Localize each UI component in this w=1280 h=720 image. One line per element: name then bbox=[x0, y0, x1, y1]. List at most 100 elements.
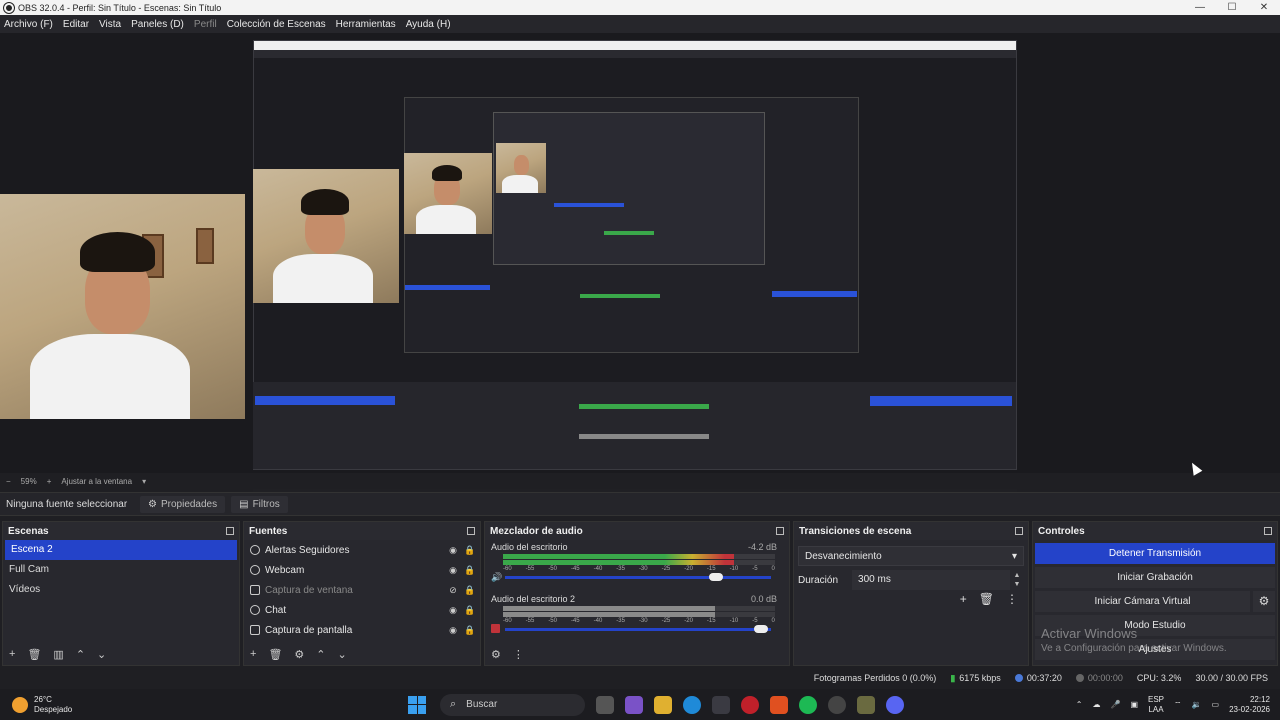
scene-item[interactable]: Vídeos bbox=[3, 580, 239, 600]
eye-icon[interactable]: ◉ bbox=[448, 565, 458, 576]
volume-slider-handle[interactable] bbox=[709, 573, 724, 581]
network-icon[interactable]: ☁ bbox=[1092, 700, 1100, 709]
minimize-button[interactable]: — bbox=[1184, 0, 1216, 15]
obs-taskbar-icon[interactable] bbox=[828, 695, 846, 714]
language-indicator[interactable]: ESP LAA bbox=[1148, 695, 1164, 715]
dropped-frames: Fotogramas Perdidos 0 (0.0%) bbox=[813, 673, 937, 683]
spotify-icon[interactable] bbox=[799, 695, 817, 714]
file-explorer-icon[interactable] bbox=[654, 695, 672, 714]
move-up-icon[interactable]: ⌃ bbox=[76, 648, 85, 661]
taskbar-search[interactable]: ⌕ Buscar bbox=[440, 693, 585, 716]
transition-select[interactable]: Desvanecimiento ▾ bbox=[798, 546, 1024, 566]
muted-speaker-icon[interactable] bbox=[491, 624, 500, 633]
fit-to-window-select[interactable]: Ajustar a la ventana bbox=[61, 477, 132, 486]
volume-slider[interactable] bbox=[505, 573, 771, 581]
gpu-icon[interactable]: ▣ bbox=[1130, 700, 1138, 709]
meter-tick-label: -40 bbox=[593, 618, 603, 624]
volume-slider-handle[interactable] bbox=[754, 625, 769, 633]
lock-icon[interactable]: 🔒 bbox=[464, 585, 475, 596]
lock-icon[interactable]: 🔒 bbox=[464, 545, 475, 556]
gear-icon[interactable]: ⚙ bbox=[294, 648, 304, 661]
undock-icon[interactable] bbox=[226, 527, 234, 535]
wifi-icon[interactable]: ⌔ bbox=[1174, 700, 1182, 710]
gear-icon[interactable]: ⚙ bbox=[1253, 591, 1275, 612]
battery-icon[interactable]: ▭ bbox=[1212, 700, 1220, 709]
menu-view[interactable]: Vista bbox=[99, 19, 121, 30]
menu-file[interactable]: Archivo (F) bbox=[4, 19, 53, 30]
source-item[interactable]: Captura de ventana ⊘ 🔒 bbox=[244, 580, 480, 600]
more-options-icon[interactable]: ⋮ bbox=[513, 648, 524, 661]
recording-time: 00:00:00 bbox=[1075, 673, 1123, 683]
menu-help[interactable]: Ayuda (H) bbox=[406, 19, 451, 30]
zoom-out-button[interactable]: − bbox=[6, 477, 11, 486]
filter-icon[interactable]: ▥ bbox=[53, 648, 63, 661]
undock-icon[interactable] bbox=[467, 527, 475, 535]
source-item[interactable]: Captura de pantalla ◉ 🔒 bbox=[244, 620, 480, 640]
move-up-icon[interactable]: ⌃ bbox=[316, 648, 325, 661]
source-item[interactable]: Chat ◉ 🔒 bbox=[244, 600, 480, 620]
close-button[interactable]: ✕ bbox=[1248, 0, 1280, 15]
menu-profile[interactable]: Perfil bbox=[194, 19, 217, 30]
brave-icon[interactable] bbox=[770, 695, 788, 714]
maximize-button[interactable]: ☐ bbox=[1216, 0, 1248, 15]
opera-icon[interactable] bbox=[741, 695, 759, 714]
bitrate-status: ▮ 6175 kbps bbox=[950, 672, 1001, 684]
scene-item[interactable]: Full Cam bbox=[3, 560, 239, 580]
undock-icon[interactable] bbox=[776, 527, 784, 535]
chevron-up-icon[interactable]: ⌃ bbox=[1076, 700, 1083, 709]
duration-input[interactable]: 300 ms bbox=[852, 570, 1010, 590]
discord-icon[interactable] bbox=[886, 695, 904, 714]
menu-tools[interactable]: Herramientas bbox=[336, 19, 396, 30]
move-down-icon[interactable]: ⌄ bbox=[338, 648, 347, 661]
lock-icon[interactable]: 🔒 bbox=[464, 625, 475, 636]
eye-icon[interactable]: ◉ bbox=[448, 625, 458, 636]
start-virtual-camera-button[interactable]: Iniciar Cámara Virtual bbox=[1035, 591, 1250, 612]
add-icon[interactable]: + bbox=[9, 648, 15, 660]
menu-scene-collection[interactable]: Colección de Escenas bbox=[227, 19, 326, 30]
move-down-icon[interactable]: ⌄ bbox=[97, 648, 106, 661]
preview-area[interactable] bbox=[0, 33, 1280, 503]
windows-start-icon[interactable] bbox=[408, 695, 426, 714]
meter-tick-label: -55 bbox=[525, 618, 535, 624]
volume-icon[interactable]: 🔉 bbox=[1192, 700, 1202, 709]
store-icon[interactable] bbox=[712, 695, 730, 714]
mic-icon[interactable]: 🎤 bbox=[1110, 700, 1120, 709]
eye-icon[interactable]: ◉ bbox=[448, 545, 458, 556]
clock[interactable]: 22:12 23-02-2026 bbox=[1229, 695, 1270, 715]
source-item[interactable]: Alertas Seguidores ◉ 🔒 bbox=[244, 540, 480, 560]
duration-stepper[interactable]: ▲ ▼ bbox=[1010, 571, 1024, 589]
copilot-icon[interactable] bbox=[625, 695, 643, 714]
add-icon[interactable]: + bbox=[960, 592, 967, 606]
meter-tick-label: -15 bbox=[706, 618, 716, 624]
advanced-audio-icon[interactable]: ⚙ bbox=[491, 648, 501, 661]
properties-button[interactable]: ⚙ Propiedades bbox=[140, 495, 226, 513]
stop-stream-button[interactable]: Detener Transmisión bbox=[1035, 543, 1275, 564]
add-icon[interactable]: + bbox=[250, 648, 256, 660]
lock-icon[interactable]: 🔒 bbox=[464, 605, 475, 616]
eye-hidden-icon[interactable]: ⊘ bbox=[448, 585, 458, 596]
app-icon[interactable] bbox=[857, 695, 875, 714]
undock-icon[interactable] bbox=[1015, 527, 1023, 535]
weather-widget[interactable]: 26°C Despejado bbox=[12, 695, 372, 715]
volume-slider[interactable] bbox=[505, 625, 771, 633]
zoom-in-button[interactable]: + bbox=[47, 477, 52, 486]
task-view-icon[interactable] bbox=[596, 695, 614, 714]
volume-meter bbox=[503, 560, 775, 565]
trash-icon[interactable]: 🗑 bbox=[979, 592, 994, 606]
chevron-down-icon[interactable]: ▾ bbox=[142, 477, 146, 486]
more-options-icon[interactable]: ⋮ bbox=[1006, 592, 1018, 606]
lock-icon[interactable]: 🔒 bbox=[464, 565, 475, 576]
speaker-icon[interactable]: 🔊 bbox=[491, 572, 502, 583]
trash-icon[interactable]: 🗑 bbox=[268, 648, 282, 661]
scene-item[interactable]: Escena 2 bbox=[5, 540, 237, 560]
menu-docks[interactable]: Paneles (D) bbox=[131, 19, 184, 30]
source-item[interactable]: Webcam ◉ 🔒 bbox=[244, 560, 480, 580]
trash-icon[interactable]: 🗑 bbox=[27, 648, 41, 661]
menu-edit[interactable]: Editar bbox=[63, 19, 89, 30]
filters-button[interactable]: ▤ Filtros bbox=[231, 495, 288, 513]
start-recording-button[interactable]: Iniciar Grabación bbox=[1035, 567, 1275, 588]
sources-title: Fuentes bbox=[249, 525, 288, 537]
edge-icon[interactable] bbox=[683, 695, 701, 714]
eye-icon[interactable]: ◉ bbox=[448, 605, 458, 616]
undock-icon[interactable] bbox=[1264, 527, 1272, 535]
